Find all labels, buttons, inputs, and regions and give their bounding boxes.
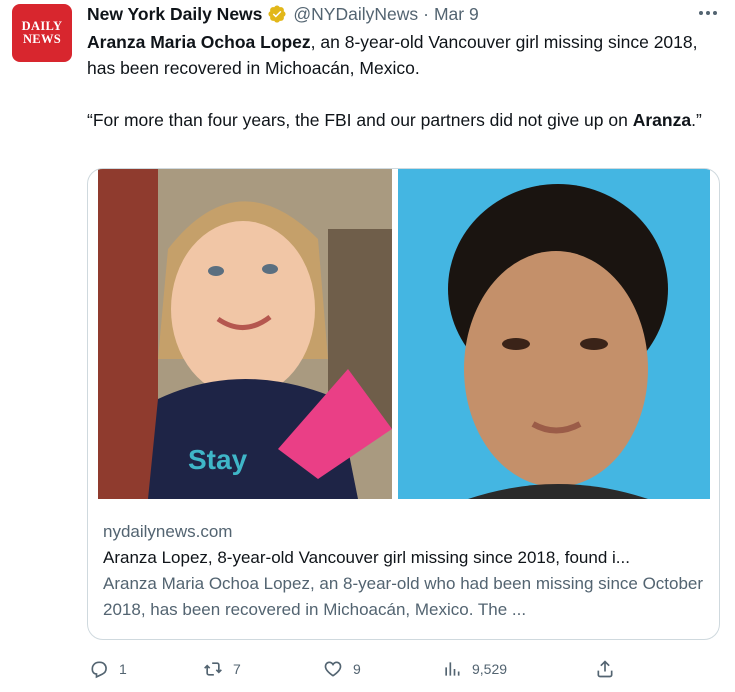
- more-options-icon[interactable]: [694, 4, 722, 22]
- card-image-woman[interactable]: [398, 169, 710, 499]
- card-meta[interactable]: nydailynews.com Aranza Lopez, 8-year-old…: [103, 519, 713, 623]
- share-button[interactable]: [595, 655, 615, 683]
- avatar-logo-line2: NEWS: [22, 32, 62, 46]
- tweet-header: New York Daily News @NYDailyNews · Mar 9: [87, 2, 479, 26]
- like-icon: [324, 661, 342, 677]
- reply-count: 1: [119, 661, 127, 677]
- tweet-quote: “For more than four years, the FBI and o…: [87, 110, 633, 130]
- views-icon: [445, 662, 460, 676]
- retweet-icon: [204, 662, 222, 676]
- action-bar: 1 7 9 9,529: [87, 655, 627, 683]
- card-image-girl[interactable]: Stay: [98, 169, 392, 499]
- display-name[interactable]: New York Daily News: [87, 4, 262, 25]
- card-images[interactable]: Stay: [98, 169, 710, 499]
- tweet-bold-name: Aranza Maria Ochoa Lopez: [87, 32, 311, 52]
- reply-icon: [91, 661, 107, 679]
- tweet-text: Aranza Maria Ochoa Lopez, an 8-year-old …: [87, 29, 717, 133]
- avatar[interactable]: DAILY NEWS: [12, 4, 72, 62]
- user-handle[interactable]: @NYDailyNews: [293, 4, 418, 25]
- verified-badge-icon[interactable]: [267, 4, 287, 24]
- separator-dot: ·: [423, 3, 429, 24]
- tweet-date[interactable]: Mar 9: [434, 4, 479, 25]
- card-headline[interactable]: Aranza Lopez, 8-year-old Vancouver girl …: [103, 545, 713, 571]
- card-description[interactable]: Aranza Maria Ochoa Lopez, an 8-year-old …: [103, 571, 713, 623]
- tweet-quote-bold: Aranza: [632, 110, 692, 130]
- views-button[interactable]: 9,529: [442, 655, 507, 683]
- views-count: 9,529: [472, 661, 508, 677]
- card-domain[interactable]: nydailynews.com: [103, 519, 713, 545]
- like-button[interactable]: 9: [323, 655, 361, 683]
- svg-text:Stay: Stay: [188, 444, 248, 475]
- reply-button[interactable]: 1: [89, 655, 127, 683]
- tweet-quote-end: .”: [691, 110, 702, 130]
- share-icon: [597, 660, 613, 678]
- like-count: 9: [353, 661, 361, 677]
- retweet-button[interactable]: 7: [203, 655, 241, 683]
- link-card[interactable]: Stay nydailynews.com Aranza Lopez, 8-yea…: [87, 168, 720, 640]
- retweet-count: 7: [233, 661, 241, 677]
